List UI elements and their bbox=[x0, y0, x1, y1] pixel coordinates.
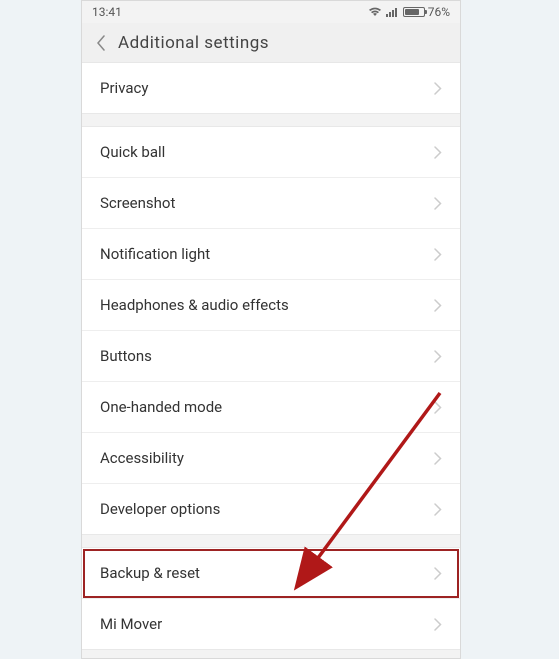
item-label: Notification light bbox=[100, 245, 210, 263]
chevron-right-icon bbox=[434, 248, 442, 261]
list-item-quick-ball[interactable]: Quick ball bbox=[82, 127, 460, 178]
list-item-headphones[interactable]: Headphones & audio effects bbox=[82, 280, 460, 331]
battery-indicator: 76% bbox=[403, 5, 450, 19]
status-bar: 13:41 76% bbox=[82, 1, 460, 23]
list-item-mi-mover[interactable]: Mi Mover bbox=[82, 599, 460, 649]
item-label: Screenshot bbox=[100, 194, 175, 212]
phone-screen: 13:41 76% Additional settings bbox=[81, 0, 461, 659]
item-label: Headphones & audio effects bbox=[100, 296, 289, 314]
chevron-right-icon bbox=[434, 567, 442, 580]
chevron-right-icon bbox=[434, 401, 442, 414]
chevron-right-icon bbox=[434, 146, 442, 159]
page-header: Additional settings bbox=[82, 23, 460, 63]
chevron-right-icon bbox=[434, 299, 442, 312]
list-item-notification-light[interactable]: Notification light bbox=[82, 229, 460, 280]
list-item-backup-reset[interactable]: Backup & reset bbox=[82, 548, 460, 599]
chevron-right-icon bbox=[434, 82, 442, 95]
back-button[interactable] bbox=[96, 35, 106, 51]
page-title: Additional settings bbox=[118, 33, 269, 53]
list-group: Privacy bbox=[82, 63, 460, 114]
list-item-developer[interactable]: Developer options bbox=[82, 484, 460, 534]
battery-icon bbox=[403, 7, 425, 17]
chevron-right-icon bbox=[434, 452, 442, 465]
item-label: One-handed mode bbox=[100, 398, 222, 416]
settings-list: Privacy Quick ball Screenshot Notificati… bbox=[82, 63, 460, 650]
list-item-one-handed[interactable]: One-handed mode bbox=[82, 382, 460, 433]
item-label: Buttons bbox=[100, 347, 152, 365]
item-label: Quick ball bbox=[100, 143, 165, 161]
list-item-buttons[interactable]: Buttons bbox=[82, 331, 460, 382]
item-label: Mi Mover bbox=[100, 615, 162, 633]
list-group: Backup & reset Mi Mover bbox=[82, 547, 460, 650]
status-time: 13:41 bbox=[92, 5, 122, 19]
battery-percent: 76% bbox=[428, 5, 450, 19]
list-item-privacy[interactable]: Privacy bbox=[82, 63, 460, 113]
list-item-screenshot[interactable]: Screenshot bbox=[82, 178, 460, 229]
chevron-right-icon bbox=[434, 197, 442, 210]
status-right: 76% bbox=[368, 5, 450, 19]
chevron-right-icon bbox=[434, 618, 442, 631]
wifi-icon bbox=[368, 7, 382, 17]
item-label: Developer options bbox=[100, 500, 220, 518]
list-item-accessibility[interactable]: Accessibility bbox=[82, 433, 460, 484]
chevron-right-icon bbox=[434, 503, 442, 516]
signal-icon bbox=[386, 7, 398, 17]
list-group: Quick ball Screenshot Notification light… bbox=[82, 126, 460, 535]
chevron-right-icon bbox=[434, 350, 442, 363]
item-label: Accessibility bbox=[100, 449, 184, 467]
item-label: Backup & reset bbox=[100, 564, 200, 582]
item-label: Privacy bbox=[100, 79, 148, 97]
chevron-left-icon bbox=[96, 35, 106, 51]
